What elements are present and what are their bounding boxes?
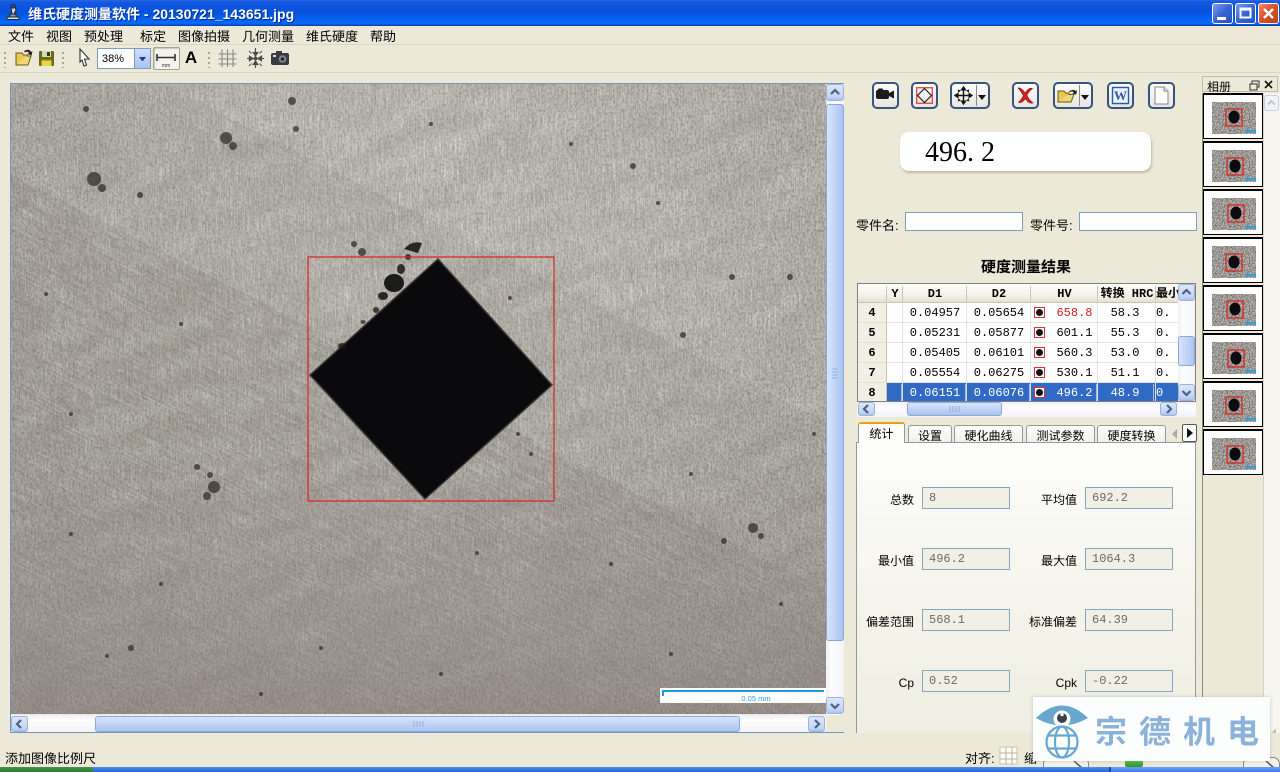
svg-text:mm: mm [162, 63, 170, 69]
svg-text:W: W [1114, 88, 1127, 103]
svg-text:0.05 mm: 0.05 mm [741, 694, 770, 703]
